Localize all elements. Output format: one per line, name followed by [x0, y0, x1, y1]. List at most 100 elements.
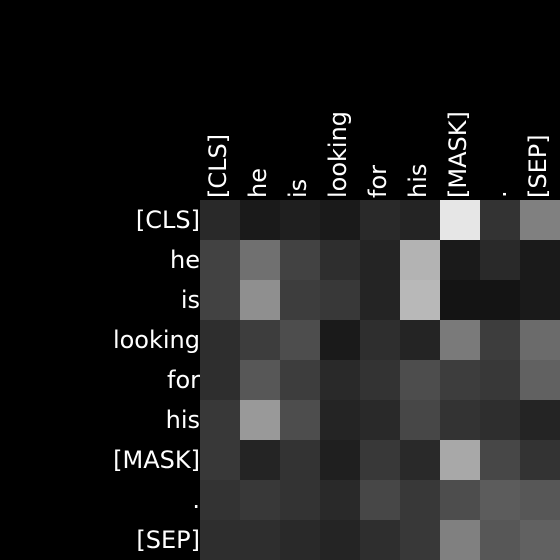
heatmap-cell: [240, 480, 280, 520]
heatmap-cell: [240, 320, 280, 360]
heatmap-cell: [400, 320, 440, 360]
column-label: is: [284, 178, 312, 198]
column-label-wrap: looking: [320, 0, 360, 200]
heatmap-cell: [480, 240, 520, 280]
heatmap-cell: [240, 240, 280, 280]
heatmap-cell: [200, 240, 240, 280]
heatmap-cell: [360, 280, 400, 320]
heatmap-cell: [400, 520, 440, 560]
heatmap-cell: [360, 240, 400, 280]
heatmap-cell: [320, 520, 360, 560]
heatmap-cell: [520, 520, 560, 560]
column-label-wrap: for: [360, 0, 400, 200]
column-label: his: [404, 163, 432, 198]
heatmap-cell: [480, 280, 520, 320]
column-label-wrap: .: [480, 0, 520, 200]
heatmap-cell: [360, 520, 400, 560]
heatmap-cell: [440, 400, 480, 440]
heatmap-cell: [240, 520, 280, 560]
column-label: .: [484, 190, 512, 198]
heatmap-cell: [280, 480, 320, 520]
heatmap-cell: [520, 440, 560, 480]
heatmap-cell: [520, 400, 560, 440]
column-label: he: [244, 168, 272, 198]
heatmap-cell: [280, 200, 320, 240]
heatmap-cell: [280, 520, 320, 560]
heatmap-cell: [440, 440, 480, 480]
heatmap-cell: [200, 320, 240, 360]
heatmap-cell: [280, 280, 320, 320]
heatmap-cell: [480, 520, 520, 560]
heatmap-cell: [280, 400, 320, 440]
heatmap-cell: [400, 280, 440, 320]
row-label: looking: [112, 326, 200, 354]
heatmap-cell: [320, 440, 360, 480]
heatmap-cell: [400, 440, 440, 480]
heatmap-cell: [400, 360, 440, 400]
heatmap-cell: [400, 200, 440, 240]
heatmap-cell: [520, 320, 560, 360]
heatmap-cell: [200, 440, 240, 480]
heatmap-cell: [360, 320, 400, 360]
column-label-wrap: he: [240, 0, 280, 200]
heatmap-cell: [400, 240, 440, 280]
heatmap-cell: [200, 200, 240, 240]
heatmap-cell: [320, 280, 360, 320]
column-label: looking: [324, 110, 352, 198]
column-label: [MASK]: [444, 111, 472, 198]
heatmap-cell: [240, 200, 280, 240]
heatmap-cell: [240, 280, 280, 320]
heatmap-cell: [320, 320, 360, 360]
heatmap-cell: [280, 320, 320, 360]
column-label: for: [364, 165, 392, 198]
row-label: .: [192, 486, 200, 514]
heatmap-cell: [520, 360, 560, 400]
heatmap-cell: [200, 360, 240, 400]
heatmap-cell: [480, 320, 520, 360]
heatmap-cell: [440, 360, 480, 400]
heatmap-cell: [320, 360, 360, 400]
column-label-wrap: [MASK]: [440, 0, 480, 200]
column-label-wrap: [CLS]: [200, 0, 240, 200]
heatmap-cell: [360, 440, 400, 480]
heatmap-cell: [200, 480, 240, 520]
column-label: [SEP]: [524, 134, 552, 198]
heatmap-cell: [240, 400, 280, 440]
heatmap-cell: [360, 200, 400, 240]
row-label: [CLS]: [135, 206, 200, 234]
heatmap-cell: [320, 240, 360, 280]
heatmap-cell: [400, 480, 440, 520]
heatmap-cell: [440, 240, 480, 280]
row-label: [SEP]: [136, 526, 200, 554]
heatmap-cell: [200, 280, 240, 320]
heatmap-cell: [480, 360, 520, 400]
heatmap-cell: [200, 520, 240, 560]
heatmap-cell: [280, 240, 320, 280]
heatmap-cell: [320, 480, 360, 520]
heatmap-cell: [480, 400, 520, 440]
heatmap-cell: [360, 360, 400, 400]
row-label: he: [170, 246, 200, 274]
heatmap-cell: [320, 200, 360, 240]
heatmap-cell: [480, 200, 520, 240]
column-label: [CLS]: [204, 133, 232, 198]
heatmap-cell: [520, 280, 560, 320]
column-label-wrap: his: [400, 0, 440, 200]
heatmap-cell: [320, 400, 360, 440]
heatmap-cell: [440, 320, 480, 360]
column-label-wrap: [SEP]: [520, 0, 560, 200]
heatmap-cell: [520, 240, 560, 280]
heatmap-cell: [240, 360, 280, 400]
row-label: is: [180, 286, 200, 314]
row-label: his: [165, 406, 200, 434]
heatmap-cell: [440, 480, 480, 520]
heatmap-cell: [280, 360, 320, 400]
heatmap-cell: [520, 480, 560, 520]
heatmap-cell: [480, 480, 520, 520]
heatmap-cell: [480, 440, 520, 480]
row-label: for: [167, 366, 200, 394]
column-label-wrap: is: [280, 0, 320, 200]
heatmap-cell: [240, 440, 280, 480]
heatmap-cell: [440, 200, 480, 240]
heatmap-cell: [400, 400, 440, 440]
